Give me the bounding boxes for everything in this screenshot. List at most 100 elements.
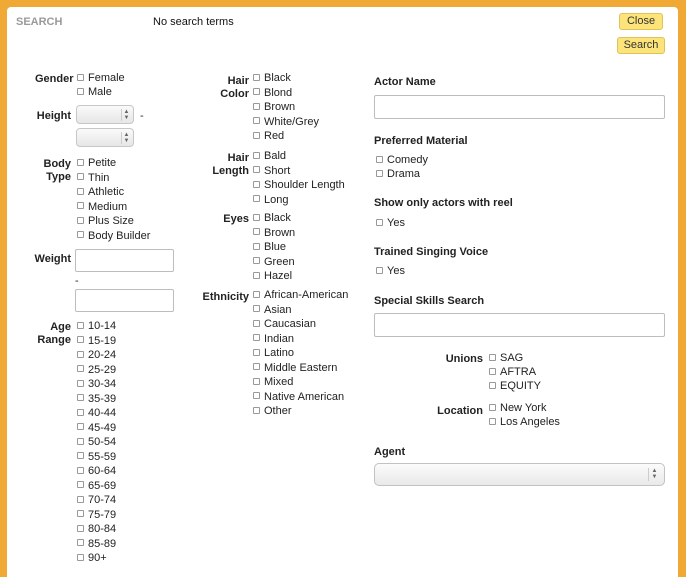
checkbox-icon[interactable] [77,73,84,81]
checkbox-reel-yes[interactable]: Yes [376,216,405,230]
age-range-option[interactable]: 60-64 [77,464,116,478]
union-option[interactable]: SAG [489,351,523,365]
agent-select[interactable]: ▲ ▼ [374,463,665,486]
hair-color-option[interactable]: White/Grey [253,115,319,129]
select-arrows-icon[interactable]: ▲ ▼ [648,468,658,481]
checkbox-icon[interactable] [77,553,84,561]
body-type-option[interactable]: Medium [77,200,127,214]
ethnicity-option[interactable]: Middle Eastern [253,361,337,375]
age-range-option[interactable]: 30-34 [77,377,116,391]
ethnicity-option[interactable]: Caucasian [253,317,316,331]
ethnicity-option[interactable]: Other [253,404,292,418]
checkbox-icon[interactable] [489,381,496,389]
checkbox-icon[interactable] [253,195,260,203]
checkbox-icon[interactable] [253,319,260,327]
checkbox-icon[interactable] [77,466,84,474]
age-range-option[interactable]: 20-24 [77,348,116,362]
checkbox-icon[interactable] [376,218,383,226]
checkbox-icon[interactable] [77,173,84,181]
hair-color-option[interactable]: Blond [253,86,292,100]
material-option[interactable]: Drama [376,167,420,181]
checkbox-icon[interactable] [77,336,84,344]
checkbox-icon[interactable] [77,452,84,460]
checkbox-icon[interactable] [77,408,84,416]
checkbox-icon[interactable] [253,102,260,110]
eyes-option[interactable]: Green [253,255,295,269]
checkbox-icon[interactable] [77,158,84,166]
checkbox-gender-male[interactable]: Male [77,85,112,99]
checkbox-icon[interactable] [77,394,84,402]
hair-color-option[interactable]: Black [253,71,291,85]
age-range-option[interactable]: 45-49 [77,421,116,435]
age-range-option[interactable]: 15-19 [77,334,116,348]
checkbox-icon[interactable] [489,417,496,425]
ethnicity-option[interactable]: Latino [253,346,294,360]
hair-length-option[interactable]: Long [253,193,288,207]
age-range-option[interactable]: 40-44 [77,406,116,420]
checkbox-icon[interactable] [77,350,84,358]
hair-color-option[interactable]: Red [253,129,284,143]
stepper-arrows-icon[interactable]: ▲ ▼ [121,109,130,121]
checkbox-icon[interactable] [77,187,84,195]
checkbox-icon[interactable] [489,353,496,361]
age-range-option[interactable]: 75-79 [77,508,116,522]
checkbox-icon[interactable] [253,151,260,159]
age-range-option[interactable]: 10-14 [77,319,116,333]
body-type-option[interactable]: Athletic [77,185,124,199]
checkbox-icon[interactable] [253,88,260,96]
checkbox-icon[interactable] [253,290,260,298]
checkbox-icon[interactable] [253,348,260,356]
checkbox-icon[interactable] [77,379,84,387]
checkbox-icon[interactable] [77,87,84,95]
checkbox-icon[interactable] [253,117,260,125]
hair-length-option[interactable]: Bald [253,149,286,163]
union-option[interactable]: AFTRA [489,365,536,379]
height-min-stepper[interactable]: ▲ ▼ [76,105,134,124]
checkbox-icon[interactable] [253,271,260,279]
checkbox-icon[interactable] [77,437,84,445]
checkbox-icon[interactable] [376,266,383,274]
checkbox-icon[interactable] [77,202,84,210]
checkbox-icon[interactable] [253,406,260,414]
hair-color-option[interactable]: Brown [253,100,295,114]
checkbox-icon[interactable] [77,231,84,239]
checkbox-icon[interactable] [253,377,260,385]
location-option[interactable]: Los Angeles [489,415,560,429]
age-range-option[interactable]: 65-69 [77,479,116,493]
age-range-option[interactable]: 85-89 [77,537,116,551]
checkbox-icon[interactable] [253,257,260,265]
age-range-option[interactable]: 70-74 [77,493,116,507]
body-type-option[interactable]: Petite [77,156,116,170]
eyes-option[interactable]: Black [253,211,291,225]
eyes-option[interactable]: Hazel [253,269,292,283]
checkbox-gender-female[interactable]: Female [77,71,125,85]
union-option[interactable]: EQUITY [489,379,541,393]
checkbox-icon[interactable] [376,169,383,177]
checkbox-icon[interactable] [489,403,496,411]
checkbox-icon[interactable] [77,321,84,329]
age-range-option[interactable]: 50-54 [77,435,116,449]
ethnicity-option[interactable]: African-American [253,288,348,302]
ethnicity-option[interactable]: Mixed [253,375,293,389]
checkbox-icon[interactable] [77,524,84,532]
skills-search-input[interactable] [374,313,665,337]
checkbox-icon[interactable] [77,495,84,503]
close-button[interactable]: Close [619,13,663,30]
age-range-option[interactable]: 90+ [77,551,107,565]
checkbox-icon[interactable] [253,334,260,342]
weight-min-input[interactable] [75,249,174,272]
checkbox-icon[interactable] [253,131,260,139]
checkbox-icon[interactable] [253,180,260,188]
height-max-stepper[interactable]: ▲ ▼ [76,128,134,147]
checkbox-icon[interactable] [489,367,496,375]
age-range-option[interactable]: 55-59 [77,450,116,464]
checkbox-icon[interactable] [253,242,260,250]
checkbox-icon[interactable] [77,423,84,431]
weight-max-input[interactable] [75,289,174,312]
checkbox-icon[interactable] [253,228,260,236]
checkbox-icon[interactable] [253,392,260,400]
material-option[interactable]: Comedy [376,153,428,167]
actor-name-input[interactable] [374,95,665,119]
checkbox-icon[interactable] [253,213,260,221]
checkbox-icon[interactable] [77,539,84,547]
